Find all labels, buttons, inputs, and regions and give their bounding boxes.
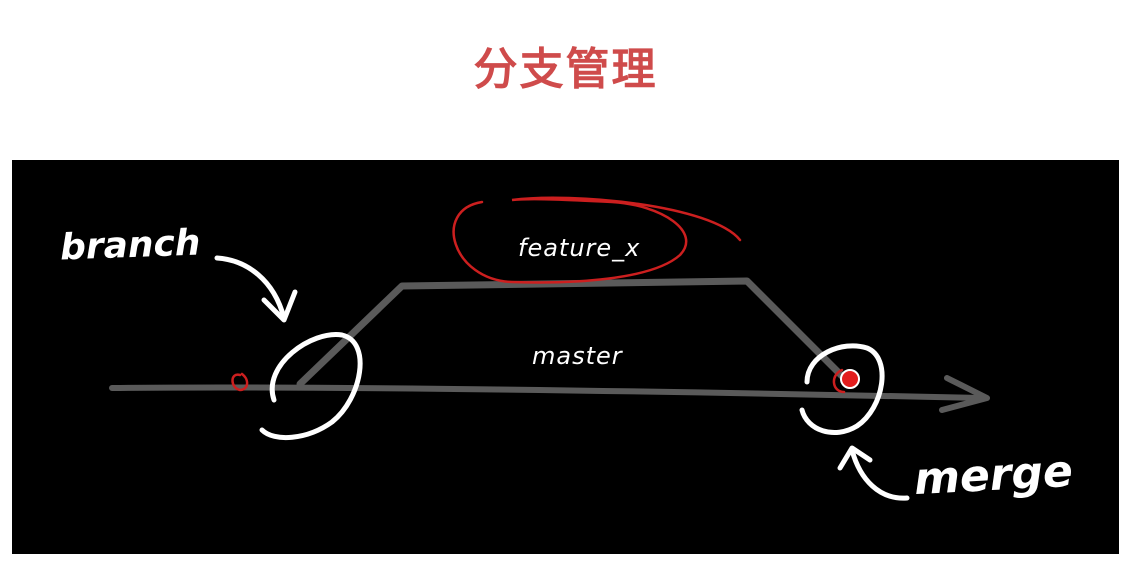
branch-label: branch [59,222,202,269]
branch-diagram: branch feature_x master merge [12,160,1119,554]
master-label: master [532,342,623,370]
feature-label: feature_x [518,234,641,262]
slide: 分支管理 branch feature_x master merge [0,0,1131,567]
merge-pointer-arrow [849,447,910,501]
merge-point-circle [799,343,885,436]
cursor-dot-icon [840,369,860,389]
master-arrowhead [939,375,990,413]
slide-title: 分支管理 [473,44,658,95]
merge-label: merge [912,445,1074,506]
